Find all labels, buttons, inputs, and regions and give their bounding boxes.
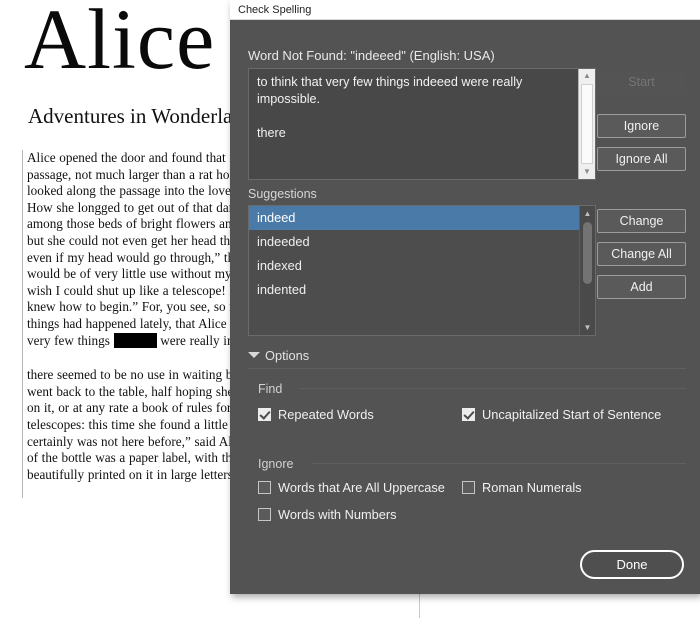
checkbox-label-all-uppercase: Words that Are All Uppercase [278,480,445,495]
check-spelling-dialog: Check Spelling Word Not Found: "indeeed"… [230,0,700,594]
start-button: Start [597,70,686,94]
find-group-label: Find [258,382,283,396]
context-blank-line [257,108,563,125]
change-button[interactable]: Change [597,209,686,233]
screen: Alice Adventures in Wonderland Alice ope… [0,0,700,618]
checkbox-label-words-with-numbers: Words with Numbers [278,507,397,522]
checkbox-label-uncapitalized-start: Uncapitalized Start of Sentence [482,407,662,422]
ignore-all-button[interactable]: Ignore All [597,147,686,171]
suggestions-items: indeed indeeded indexed indented [249,206,579,302]
context-line-1: to think that very few things indeeed we… [257,75,523,89]
checkbox-uncapitalized-start[interactable]: Uncapitalized Start of Sentence [462,407,661,422]
ignore-group-label: Ignore [258,457,294,471]
word-not-found-label: Word Not Found: "indeeed" (English: USA) [248,48,495,63]
document-subtitle: Adventures in Wonderland [28,104,254,128]
options-divider [248,368,686,369]
checkbox-box-all-uppercase[interactable] [258,481,271,494]
context-textarea[interactable]: to think that very few things indeeed we… [248,68,596,180]
suggestions-scroll-up-icon[interactable]: ▲ [580,207,595,220]
suggestions-label: Suggestions [248,187,317,201]
suggestions-scrollbar-thumb[interactable] [583,222,592,284]
scroll-down-icon[interactable]: ▼ [579,165,595,179]
suggestions-list[interactable]: indeed indeeded indexed indented ▲ ▼ [248,205,596,336]
checkbox-repeated-words[interactable]: Repeated Words [258,407,374,422]
checkbox-box-uncapitalized-start[interactable] [462,408,475,421]
triangle-down-icon [248,352,260,358]
options-label: Options [265,348,310,363]
misspelled-word-highlight: indeeed [113,332,157,348]
dialog-title: Check Spelling [238,4,312,16]
suggestion-item-1[interactable]: indeeded [249,230,579,254]
suggestion-item-0[interactable]: indeed [249,206,579,230]
context-line-2: impossible. [257,92,320,106]
find-divider [300,388,686,389]
suggestion-item-2[interactable]: indexed [249,254,579,278]
add-button[interactable]: Add [597,275,686,299]
checkbox-label-repeated-words: Repeated Words [278,407,374,422]
scrollbar-thumb[interactable] [581,84,593,164]
checkbox-box-words-with-numbers[interactable] [258,508,271,521]
checkbox-label-roman-numerals: Roman Numerals [482,480,582,495]
context-line-3: there [257,126,286,140]
context-text: to think that very few things indeeed we… [257,74,563,142]
checkbox-roman-numerals[interactable]: Roman Numerals [462,480,582,495]
dialog-titlebar[interactable]: Check Spelling [230,0,700,20]
suggestion-item-3[interactable]: indented [249,278,579,302]
ignore-divider [312,463,686,464]
done-button[interactable]: Done [580,550,684,579]
document-title: Alice [24,0,216,87]
suggestions-scrollbar[interactable]: ▲ ▼ [579,206,595,335]
checkbox-all-uppercase[interactable]: Words that Are All Uppercase [258,480,445,495]
checkbox-words-with-numbers[interactable]: Words with Numbers [258,507,397,522]
scroll-up-icon[interactable]: ▲ [579,69,595,83]
checkbox-box-repeated-words[interactable] [258,408,271,421]
dialog-body: Word Not Found: "indeeed" (English: USA)… [230,20,700,594]
ignore-button[interactable]: Ignore [597,114,686,138]
options-disclosure[interactable]: Options [248,348,309,363]
context-scrollbar[interactable]: ▲ ▼ [578,69,595,179]
change-all-button[interactable]: Change All [597,242,686,266]
checkbox-box-roman-numerals[interactable] [462,481,475,494]
suggestions-scroll-down-icon[interactable]: ▼ [580,321,595,334]
